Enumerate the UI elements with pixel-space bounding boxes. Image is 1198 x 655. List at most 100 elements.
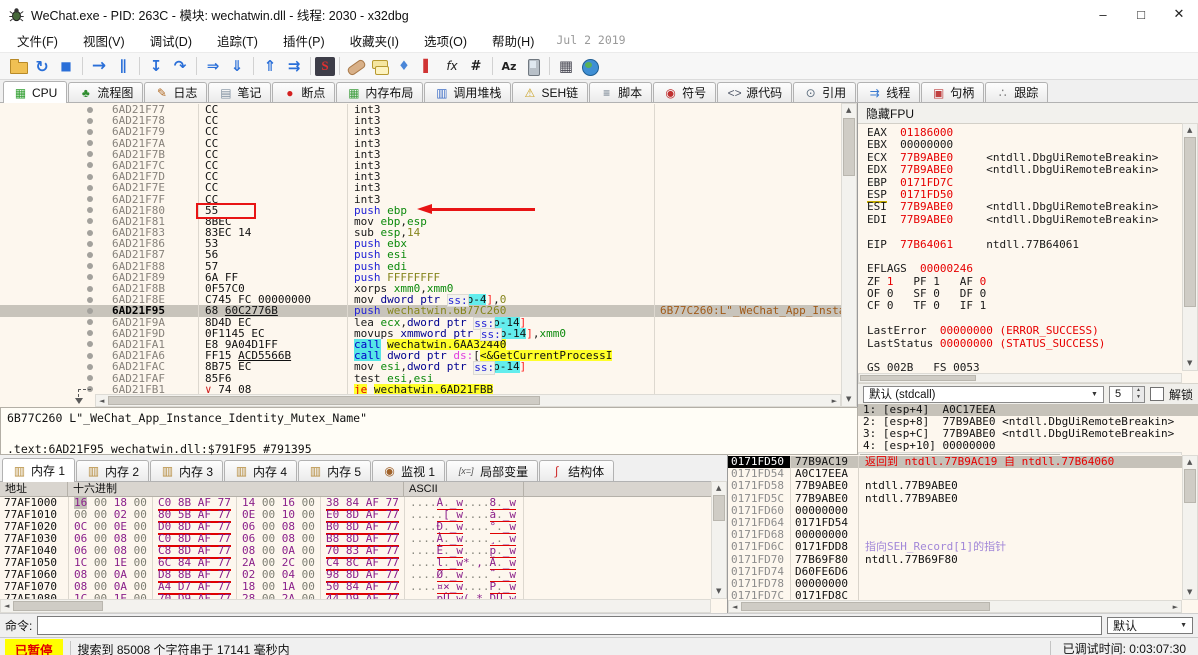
disasm-comment: [654, 171, 841, 183]
menu-item-2[interactable]: 调试(D): [141, 29, 201, 52]
stack-row[interactable]: 0171FD5C 77B9ABE0 ntdll.77B9ABE0: [728, 492, 1182, 505]
run-to-user-code-icon[interactable]: ⇉: [282, 55, 306, 77]
step-over-icon[interactable]: ↷: [168, 55, 192, 77]
tab-CPU[interactable]: ▦ CPU: [3, 81, 68, 103]
register-line[interactable]: EIP 77B64061 ntdll.77B64061: [867, 238, 1182, 251]
memory-horizontal-scrollbar[interactable]: ◄: [0, 599, 711, 613]
scylla-icon[interactable]: S: [315, 56, 335, 76]
disasm-horizontal-scrollbar[interactable]: ◄ ►: [95, 394, 841, 407]
disasm-row[interactable]: 6AD21F95 68 60C2776B push wechatwin.6B77C2…: [0, 305, 841, 317]
run-to-cursor-icon[interactable]: ⇒: [201, 55, 225, 77]
help-globe-icon[interactable]: [578, 55, 602, 77]
register-line[interactable]: EDI 77B9ABE0 <ntdll.DbgUiRemoteBreakin>: [867, 213, 1182, 226]
tab-结构体[interactable]: ∫ 结构体: [539, 460, 615, 481]
labels-icon[interactable]: ♦: [392, 55, 416, 77]
registers-horizontal-scrollbar[interactable]: [858, 373, 1182, 383]
command-input[interactable]: [37, 616, 1102, 635]
disasm-row[interactable]: 6AD21F7E CC int3: [0, 182, 841, 194]
open-file-icon[interactable]: [6, 55, 30, 77]
attach-icon[interactable]: [521, 55, 545, 77]
disasm-row[interactable]: 6AD21F79 CC int3: [0, 126, 841, 138]
disasm-row[interactable]: 6AD21FAF 85F6 test esi,esi: [0, 372, 841, 384]
disasm-comment: [654, 350, 841, 362]
unlock-checkbox[interactable]: [1149, 387, 1164, 401]
comments-icon[interactable]: [368, 55, 392, 77]
close-button[interactable]: ✕: [1160, 0, 1198, 28]
tab-局部变量[interactable]: [x=] 局部变量: [446, 460, 539, 481]
disasm-row[interactable]: 6AD21FAC 8B75 ECmov esi,dword ptr ss:[ebp…: [0, 361, 841, 375]
column-header-address[interactable]: 地址: [0, 482, 68, 496]
calling-convention-select[interactable]: 默认 (stdcall) ▼: [863, 385, 1104, 403]
register-line[interactable]: GS 002B FS 0053: [867, 362, 1182, 373]
tab-监视 1[interactable]: ◉ 监视 1: [372, 460, 446, 481]
menu-item-0[interactable]: 文件(F): [8, 29, 67, 52]
stack-vertical-scrollbar[interactable]: ▲ ▼: [1182, 455, 1198, 600]
tab-符号[interactable]: ◉ 符号: [653, 82, 717, 102]
column-header-ascii[interactable]: ASCII: [404, 482, 524, 496]
step-out-icon[interactable]: ⇓: [225, 55, 249, 77]
menu-item-5[interactable]: 收藏夹(I): [341, 29, 408, 52]
bookmarks-icon[interactable]: ▌: [416, 55, 440, 77]
pause-icon[interactable]: ∥: [111, 55, 135, 77]
tab-引用[interactable]: ⊙ 引用: [793, 82, 857, 102]
tab-内存 3[interactable]: ▥ 内存 3: [150, 460, 224, 481]
tab-内存 2[interactable]: ▥ 内存 2: [76, 460, 150, 481]
restart-icon[interactable]: ↻: [30, 55, 54, 77]
register-line[interactable]: CF 0 TF 0 IF 1: [867, 300, 1182, 312]
tab-笔记[interactable]: ▤ 笔记: [208, 82, 272, 102]
command-mode-select[interactable]: 默认 ▼: [1107, 617, 1193, 634]
hide-fpu-button[interactable]: 隐藏FPU: [858, 103, 1198, 124]
memory-vertical-scrollbar[interactable]: ▲ ▼: [711, 481, 727, 599]
stack-row[interactable]: 0171FD70 77B69F80 ntdll.77B69F80: [728, 553, 1182, 566]
menu-item-6[interactable]: 选项(O): [415, 29, 476, 52]
tab-SEH链[interactable]: ⚠ SEH链: [512, 82, 589, 102]
stack-row[interactable]: 0171FD7C 0171FD8C: [728, 589, 1182, 600]
menu-item-1[interactable]: 视图(V): [74, 29, 134, 52]
menu-item-7[interactable]: 帮助(H): [483, 29, 543, 52]
register-line[interactable]: LastStatus 00000000 (STATUS_SUCCESS): [867, 337, 1182, 350]
registers-vertical-scrollbar[interactable]: ▲ ▼: [1182, 123, 1198, 371]
disasm-pane[interactable]: 6AD21F77 CC int3 6AD21F78 CC int3 6AD21F79 CC in…: [0, 103, 858, 407]
column-header-hex[interactable]: 十六进制: [68, 482, 404, 496]
disasm-comment: [654, 361, 841, 373]
maximize-button[interactable]: □: [1122, 0, 1160, 28]
hash-icon[interactable]: #: [464, 55, 488, 77]
disasm-bytes: CC: [198, 115, 347, 126]
memory-dump-icon: ▥: [235, 464, 248, 478]
tab-跟踪[interactable]: ∴ 跟踪: [985, 82, 1049, 102]
tab-日志[interactable]: ✎ 日志: [144, 82, 208, 102]
run-icon[interactable]: →: [87, 55, 111, 77]
step-into-icon[interactable]: ↧: [144, 55, 168, 77]
tab-label: 监视 1: [401, 464, 436, 479]
args-count-spinner[interactable]: 5 ▲ ▼: [1108, 385, 1145, 403]
tab-源代码[interactable]: <> 源代码: [717, 82, 793, 102]
minimize-button[interactable]: –: [1084, 0, 1122, 28]
tab-脚本[interactable]: ≡ 脚本: [589, 82, 653, 102]
execute-till-return-icon[interactable]: ⇑: [258, 55, 282, 77]
tab-内存 4[interactable]: ▥ 内存 4: [224, 460, 298, 481]
tab-label: 源代码: [746, 86, 783, 100]
stack-arg-row[interactable]: 4: [esp+10] 00000000: [858, 440, 1198, 452]
calculator-icon[interactable]: ▦: [554, 55, 578, 77]
stack-row[interactable]: 0171FD6C 0171FDD8 指向SEH_Record[1]的指针: [728, 541, 1182, 554]
menu-item-4[interactable]: 插件(P): [274, 29, 334, 52]
disasm-row[interactable]: 6AD21F87 56 push esi: [0, 249, 841, 261]
strings-icon[interactable]: Az: [497, 55, 521, 77]
stop-icon[interactable]: ■: [54, 55, 78, 77]
patches-icon[interactable]: [344, 55, 368, 77]
spinner-buttons[interactable]: ▲ ▼: [1131, 386, 1144, 402]
functions-icon[interactable]: fx: [440, 55, 464, 77]
menu-item-3[interactable]: 追踪(T): [208, 29, 267, 52]
tab-调用堆栈[interactable]: ▥ 调用堆栈: [424, 82, 512, 102]
tab-内存 5[interactable]: ▥ 内存 5: [298, 460, 372, 481]
stack-horizontal-scrollbar[interactable]: ◄ ►: [728, 600, 1182, 613]
tab-内存布局[interactable]: ▦ 内存布局: [336, 82, 424, 102]
tab-线程[interactable]: ⇉ 线程: [857, 82, 921, 102]
disasm-vertical-scrollbar[interactable]: ▲ ▼: [841, 103, 857, 407]
tab-断点[interactable]: ● 断点: [272, 82, 336, 102]
stack-row[interactable]: 0171FD58 77B9ABE0 ntdll.77B9ABE0: [728, 480, 1182, 493]
disasm-instruction: push esi: [347, 249, 654, 261]
tab-流程图[interactable]: ♣ 流程图: [68, 82, 144, 102]
tab-句柄[interactable]: ▣ 句柄: [921, 82, 985, 102]
tab-内存 1[interactable]: ▥ 内存 1: [2, 458, 76, 482]
